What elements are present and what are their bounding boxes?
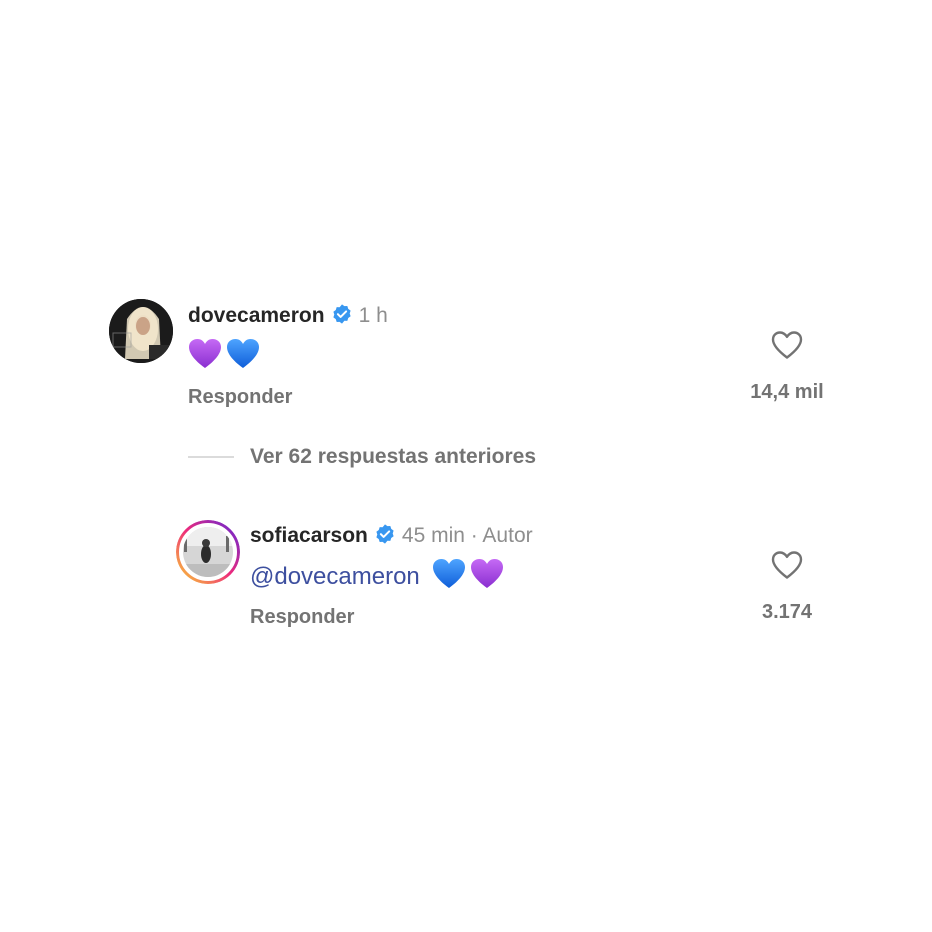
- like-count: 3.174: [761, 601, 813, 623]
- comment-header: sofiacarson 45 min · Autor: [250, 523, 533, 550]
- timestamp: 1 h: [358, 304, 388, 327]
- like-heart-icon[interactable]: [771, 330, 803, 365]
- comment-body: [188, 338, 264, 377]
- comment-header: dovecameron 1 h: [188, 303, 388, 330]
- divider: [188, 456, 234, 458]
- timestamp: 45 min · Autor: [401, 524, 533, 547]
- blue-heart-icon: [432, 558, 466, 597]
- view-previous-replies[interactable]: Ver 62 respuestas anteriores: [188, 445, 536, 475]
- verified-badge-icon: [331, 303, 353, 330]
- mention-link[interactable]: @dovecameron: [250, 563, 420, 590]
- avatar-sofiacarson[interactable]: [176, 520, 240, 584]
- like-heart-icon[interactable]: [771, 550, 803, 585]
- username[interactable]: dovecameron: [188, 304, 325, 327]
- view-replies-label: Ver 62 respuestas anteriores: [250, 445, 537, 468]
- reply-button[interactable]: Responder: [188, 386, 292, 409]
- purple-heart-icon: [188, 338, 222, 377]
- reply-button[interactable]: Responder: [250, 606, 354, 629]
- purple-heart-icon: [470, 558, 504, 597]
- blue-heart-icon: [226, 338, 260, 377]
- like-count: 14,4 mil: [750, 381, 824, 403]
- avatar-dovecameron[interactable]: [109, 299, 173, 363]
- verified-badge-icon: [374, 523, 396, 550]
- comment-body: @dovecameron: [250, 558, 508, 597]
- username[interactable]: sofiacarson: [250, 524, 368, 547]
